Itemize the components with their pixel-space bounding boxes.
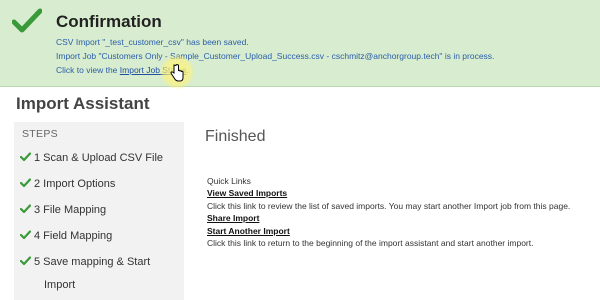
start-another-import-description: Click this link to return to the beginni… bbox=[207, 238, 534, 248]
confirmation-title: Confirmation bbox=[56, 12, 162, 31]
confirmation-message-job: Import Job "Customers Only - Sample_Cust… bbox=[56, 51, 495, 61]
step-label: 5 Save mapping & Start bbox=[34, 256, 151, 268]
step-label: 2 Import Options bbox=[34, 178, 116, 190]
checkmark-icon bbox=[20, 152, 31, 162]
step-5-label-continued: Import bbox=[44, 279, 76, 291]
checkmark-icon bbox=[20, 256, 31, 266]
step-label: 3 File Mapping bbox=[34, 204, 107, 216]
step-1[interactable]: 1 Scan & Upload CSV File bbox=[20, 152, 163, 164]
share-import-link[interactable]: Share Import bbox=[207, 213, 259, 223]
checkmark-icon bbox=[12, 8, 42, 33]
checkmark-icon bbox=[20, 204, 31, 214]
step-label: 1 Scan & Upload CSV File bbox=[34, 152, 164, 164]
steps-header: STEPS bbox=[22, 128, 58, 140]
step-3[interactable]: 3 File Mapping bbox=[20, 204, 106, 216]
quick-links-label: Quick Links bbox=[207, 176, 251, 186]
confirmation-message-saved: CSV Import "_test_customer_csv" has been… bbox=[56, 37, 249, 47]
step-2[interactable]: 2 Import Options bbox=[20, 178, 115, 190]
view-saved-imports-link[interactable]: View Saved Imports bbox=[207, 188, 287, 198]
page-title: Import Assistant bbox=[16, 94, 150, 113]
step-5[interactable]: 5 Save mapping & Start bbox=[20, 256, 150, 268]
hand-cursor-icon bbox=[170, 64, 184, 82]
checkmark-icon bbox=[20, 178, 31, 188]
view-saved-imports-description: Click this link to review the list of sa… bbox=[207, 201, 571, 211]
step-label: 4 Field Mapping bbox=[34, 230, 113, 242]
start-another-import-link[interactable]: Start Another Import bbox=[207, 226, 290, 236]
confirmation-banner: Confirmation CSV Import "_test_customer_… bbox=[0, 0, 600, 89]
status-heading: Finished bbox=[205, 128, 266, 145]
checkmark-icon bbox=[20, 230, 31, 240]
step-4[interactable]: 4 Field Mapping bbox=[20, 230, 112, 242]
steps-sidebar: STEPS 1 Scan & Upload CSV File 2 Import … bbox=[14, 122, 184, 300]
status-prefix: Click to view the bbox=[56, 65, 120, 75]
